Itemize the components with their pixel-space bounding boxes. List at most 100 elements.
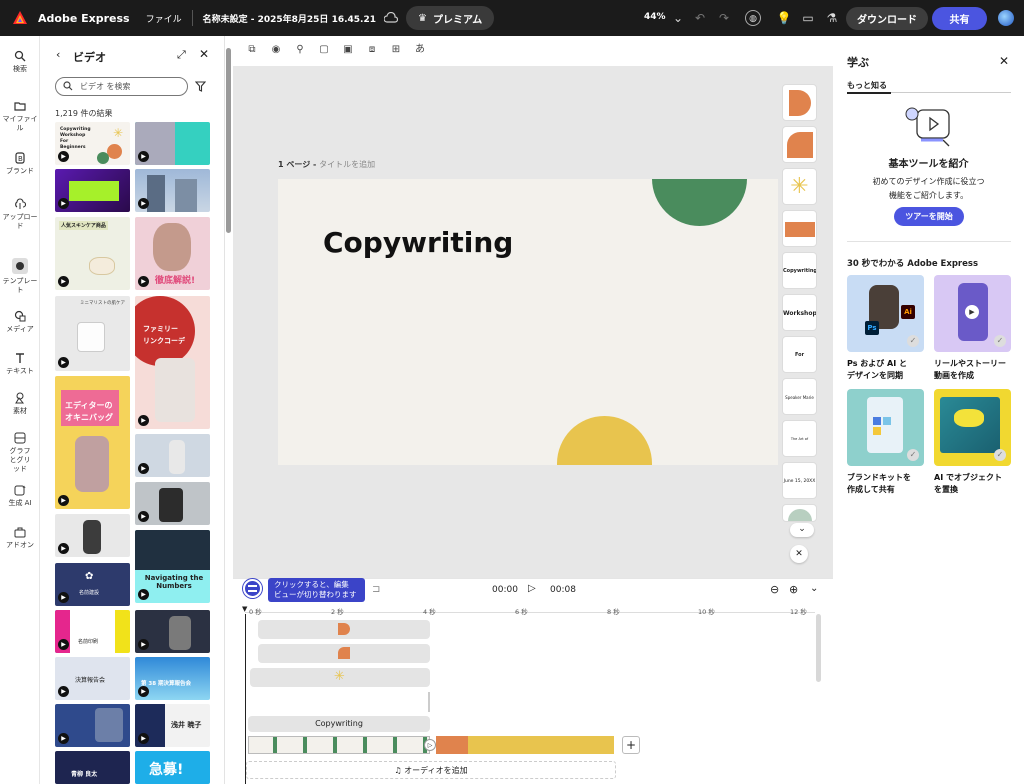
green-circle-shape[interactable] xyxy=(652,179,747,226)
square-icon[interactable]: ▢ xyxy=(318,44,330,56)
comment-icon[interactable]: ▭ xyxy=(800,10,816,26)
close-icon[interactable]: ✕ xyxy=(999,54,1009,68)
rail-item-addon[interactable]: アドオン xyxy=(0,526,40,550)
rail-item-media[interactable]: メディア xyxy=(0,310,40,334)
scene-filmstrip[interactable] xyxy=(248,736,430,754)
component-thumb[interactable] xyxy=(782,504,817,522)
tutorial-card[interactable]: Ps Ai ✓ xyxy=(847,275,924,352)
video-thumbnail[interactable]: Navigating the Numbers ▶ xyxy=(135,530,210,603)
video-thumbnail[interactable]: ▶ xyxy=(135,434,210,477)
adobe-express-logo-icon[interactable] xyxy=(12,10,28,26)
user-icon[interactable]: ◍ xyxy=(745,10,761,26)
close-icon[interactable]: ✕ xyxy=(790,545,808,563)
video-thumbnail[interactable]: ▶ xyxy=(135,122,210,165)
avatar[interactable] xyxy=(998,10,1014,26)
scene-clip-orange[interactable] xyxy=(436,736,468,754)
zoom-out-icon[interactable]: ⊖ xyxy=(770,583,779,596)
back-chevron-icon[interactable]: ‹ xyxy=(56,48,60,61)
lightbulb-icon[interactable]: 💡 xyxy=(776,10,792,26)
caption-icon[interactable]: ⊐ xyxy=(372,584,380,595)
rail-item-text[interactable]: テキスト xyxy=(0,352,40,376)
video-thumbnail[interactable]: ✿ 名前建設 ▶ xyxy=(55,563,130,606)
component-thumb[interactable]: Copywriting xyxy=(782,252,817,289)
component-thumb[interactable] xyxy=(782,84,817,121)
tutorial-card[interactable]: ▶ ✓ xyxy=(934,275,1011,352)
panel-scrollbar[interactable] xyxy=(226,48,231,233)
yellow-circle-shape[interactable] xyxy=(557,416,652,465)
timeline-scrollbar[interactable] xyxy=(816,614,821,682)
video-thumbnail[interactable]: 人気スキンケア商品 ▶ xyxy=(55,217,130,290)
download-button[interactable]: ダウンロード xyxy=(846,7,928,30)
video-thumbnail[interactable]: ▶ xyxy=(55,169,130,212)
premium-button[interactable]: ♛ プレミアム xyxy=(405,6,495,30)
share-button[interactable]: 共有 xyxy=(932,7,987,30)
timeline-track[interactable]: ✳ xyxy=(250,668,430,687)
rail-item-elements[interactable]: 素材 xyxy=(0,392,40,416)
frame-icon[interactable]: ▣ xyxy=(342,44,354,56)
text-track[interactable]: Copywriting xyxy=(248,716,430,732)
video-thumbnail[interactable]: 青柳 良太 xyxy=(55,751,130,784)
page-title-placeholder[interactable]: タイトルを追加 xyxy=(319,160,375,169)
component-thumb[interactable] xyxy=(782,126,817,163)
video-thumbnail[interactable]: 急募! xyxy=(135,751,210,784)
component-thumb[interactable]: The Art of Persuasion xyxy=(782,420,817,457)
file-menu[interactable]: ファイル xyxy=(146,12,182,25)
heading-text[interactable]: Copywriting xyxy=(323,226,513,259)
rail-item-upload[interactable]: アップロード xyxy=(0,198,40,231)
video-thumbnail[interactable]: 徹底解説! ▶ xyxy=(135,217,210,290)
tutorial-card[interactable]: ✓ xyxy=(847,389,924,466)
zoom-level[interactable]: 44% xyxy=(644,12,666,22)
video-thumbnail[interactable]: ▶ xyxy=(135,610,210,653)
component-thumb[interactable]: For Beginners xyxy=(782,336,817,373)
palette-icon[interactable]: ◉ xyxy=(270,44,282,56)
timeline-track[interactable] xyxy=(258,620,430,639)
video-thumbnail[interactable]: ▶ xyxy=(135,169,210,212)
chevron-down-icon[interactable]: ⌄ xyxy=(670,10,686,26)
cloud-sync-icon[interactable] xyxy=(383,12,398,24)
video-thumbnail[interactable]: 浅井 暁子 ▶ xyxy=(135,704,210,747)
scene-clip-yellow[interactable] xyxy=(468,736,614,754)
play-icon[interactable]: ▷ xyxy=(528,583,536,594)
filter-icon[interactable] xyxy=(195,81,206,92)
tab-learn-more[interactable]: もっと知る xyxy=(847,80,887,91)
video-thumbnail[interactable]: 名前印刷 ▶ xyxy=(55,610,130,653)
rail-item-search[interactable]: 検索 xyxy=(0,50,40,74)
playhead-icon[interactable]: ▼ xyxy=(242,605,247,613)
link-icon[interactable]: ⚲ xyxy=(294,44,306,56)
video-thumbnail[interactable]: ▶ xyxy=(55,704,130,747)
rail-item-ai[interactable]: ✦ 生成 AI xyxy=(0,484,40,508)
start-tour-button[interactable]: ツアーを開始 xyxy=(894,207,964,226)
undo-icon[interactable]: ↶ xyxy=(692,10,708,26)
resize-icon[interactable]: ⧉ xyxy=(246,44,258,56)
rail-item-template[interactable]: テンプレート xyxy=(0,258,40,295)
search-input[interactable]: ビデオ を検索 xyxy=(55,77,188,96)
layers-icon[interactable]: ⧈ xyxy=(366,44,378,56)
zoom-in-icon[interactable]: ⊕ xyxy=(789,583,798,596)
video-thumbnail[interactable]: Copywriting Workshop For Beginners ✳ ▶ xyxy=(55,122,130,165)
chevron-down-icon[interactable]: ⌄ xyxy=(810,583,818,594)
redo-icon[interactable]: ↷ xyxy=(716,10,732,26)
tutorial-card[interactable]: ✓ xyxy=(934,389,1011,466)
translate-icon[interactable]: あ xyxy=(414,44,426,56)
video-thumbnail[interactable]: ミニマリストの肌ケア ▶ xyxy=(55,296,130,371)
timeline-toggle-button[interactable] xyxy=(243,579,262,598)
video-thumbnail[interactable]: 決算報告会 ▶ xyxy=(55,657,130,700)
component-thumb[interactable]: ✳ xyxy=(782,168,817,205)
rail-item-myfiles[interactable]: マイファイル xyxy=(0,100,40,133)
video-thumbnail[interactable]: ファミリー リンクコーデ ▶ xyxy=(135,296,210,429)
video-thumbnail[interactable]: エディターの オキニバッグ ▶ xyxy=(55,376,130,509)
timeline-track[interactable] xyxy=(258,644,430,663)
grid-icon[interactable]: ⊞ xyxy=(390,44,402,56)
component-thumb[interactable] xyxy=(782,210,817,247)
rail-item-brand[interactable]: B ブランド xyxy=(0,152,40,176)
component-thumb[interactable]: Workshop xyxy=(782,294,817,331)
close-icon[interactable]: ✕ xyxy=(199,47,209,61)
video-thumbnail[interactable]: 第 38 期決算報告会 ▶ xyxy=(135,657,210,700)
add-audio-button[interactable]: ♫ オーディオを追加 xyxy=(246,761,616,779)
design-page[interactable]: Copywriting xyxy=(278,179,778,465)
expand-icon[interactable]: ⤢ xyxy=(177,48,186,62)
video-thumbnail[interactable]: ▶ xyxy=(135,482,210,525)
component-thumb[interactable]: June 15, 20XX xyxy=(782,462,817,499)
play-icon[interactable]: ▷ xyxy=(424,739,436,751)
video-thumbnail[interactable]: ▶ xyxy=(55,514,130,557)
